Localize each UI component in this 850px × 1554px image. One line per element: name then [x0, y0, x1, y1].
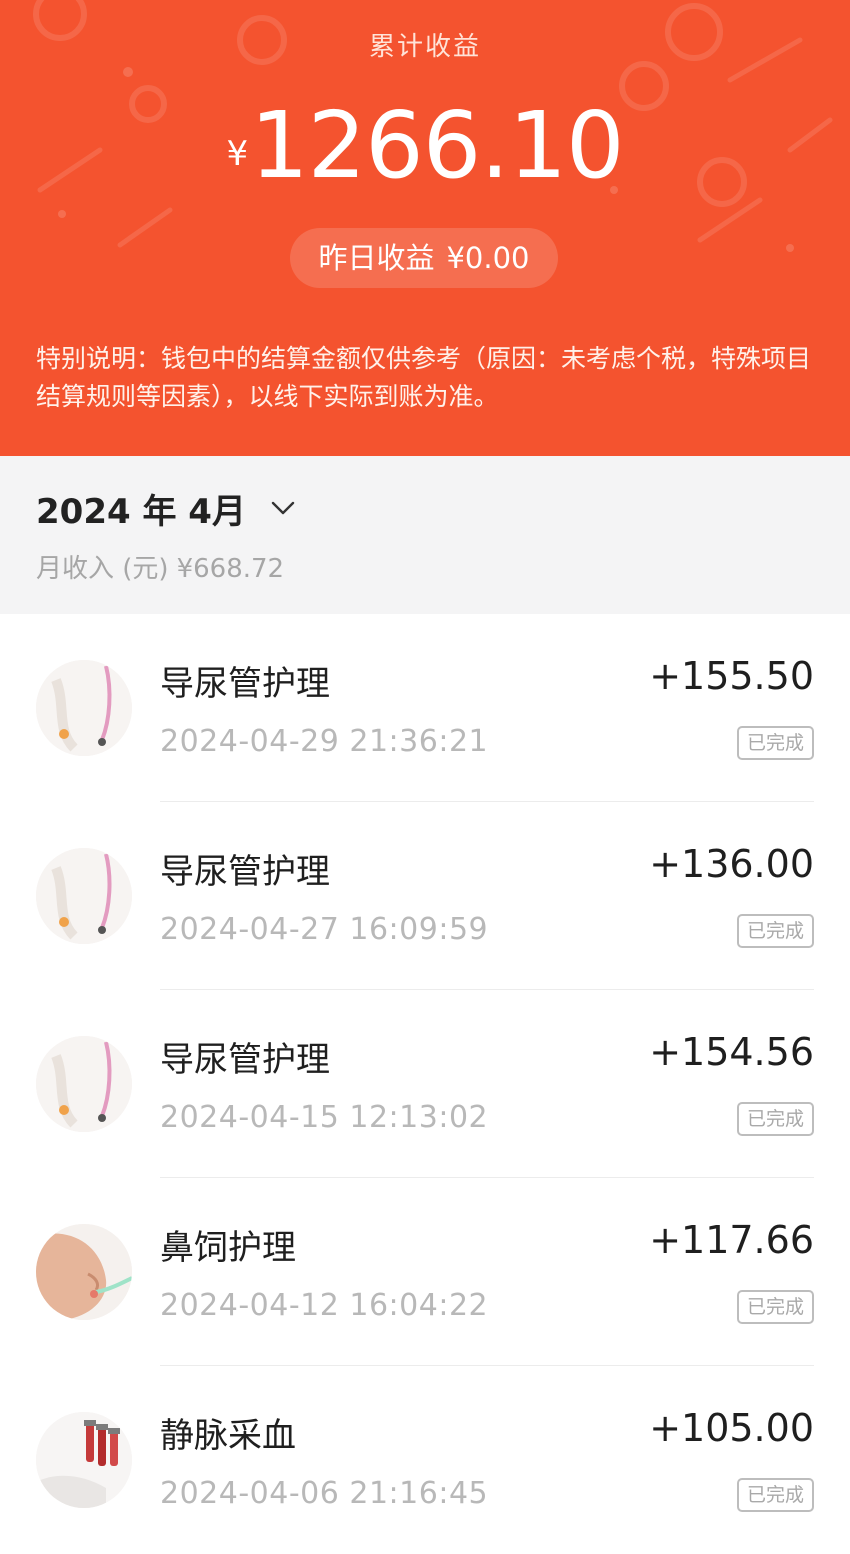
- catheter-icon: [36, 660, 132, 756]
- status-badge: 已完成: [736, 726, 814, 760]
- month-summary: 2024 年 4月 月收入 (元) ¥668.72: [0, 456, 850, 614]
- month-income: 月收入 (元) ¥668.72: [36, 548, 284, 585]
- currency-symbol: ¥: [226, 134, 249, 174]
- month-label: 2024 年 4月: [36, 491, 246, 532]
- total-earnings-value: 1266.10: [250, 92, 624, 199]
- transaction-row[interactable]: 导尿管护理 +154.56 2024-04-15 12:13:02 已完成: [0, 990, 850, 1178]
- transaction-datetime: 2024-04-06 21:16:45: [160, 1476, 489, 1511]
- transaction-amount: +105.00: [649, 1406, 814, 1450]
- blood-draw-icon: [36, 1412, 132, 1508]
- settlement-notice: 特别说明：钱包中的结算金额仅供参考（原因：未考虑个税，特殊项目结算规则等因素），…: [36, 344, 812, 411]
- transaction-title: 导尿管护理: [160, 852, 330, 892]
- transaction-row[interactable]: 导尿管护理 +136.00 2024-04-27 16:09:59 已完成: [0, 802, 850, 990]
- transaction-row[interactable]: 导尿管护理 +155.50 2024-04-29 21:36:21 已完成: [0, 614, 850, 802]
- transaction-title: 导尿管护理: [160, 664, 330, 704]
- month-selector[interactable]: 2024 年 4月: [36, 486, 296, 532]
- yesterday-earnings-label: 昨日收益: [318, 241, 435, 275]
- transaction-amount: +117.66: [649, 1218, 814, 1262]
- total-earnings-label: 累计收益: [368, 32, 481, 62]
- catheter-icon: [36, 1036, 132, 1132]
- transaction-datetime: 2024-04-12 16:04:22: [160, 1288, 489, 1323]
- catheter-icon: [36, 848, 132, 944]
- total-earnings-amount: ¥1266.10: [0, 92, 850, 199]
- transaction-row[interactable]: 鼻饲护理 +117.66 2024-04-12 16:04:22 已完成: [0, 1178, 850, 1366]
- yesterday-earnings-pill[interactable]: 昨日收益 ¥0.00: [290, 228, 558, 288]
- month-income-value: ¥668.72: [176, 554, 285, 584]
- transaction-title: 导尿管护理: [160, 1040, 330, 1080]
- status-badge: 已完成: [736, 1102, 814, 1136]
- earnings-header: 累计收益 ¥1266.10 昨日收益 ¥0.00 特别说明：钱包中的结算金额仅供参…: [0, 0, 850, 456]
- transaction-amount: +154.56: [649, 1030, 814, 1074]
- transaction-title: 静脉采血: [160, 1416, 296, 1456]
- status-badge: 已完成: [736, 1290, 814, 1324]
- status-badge: 已完成: [736, 1478, 814, 1512]
- transaction-amount: +155.50: [649, 654, 814, 698]
- transaction-title: 鼻饲护理: [160, 1228, 296, 1268]
- transaction-datetime: 2024-04-29 21:36:21: [160, 724, 489, 759]
- transaction-amount: +136.00: [649, 842, 814, 886]
- transaction-row[interactable]: 静脉采血 +105.00 2024-04-06 21:16:45 已完成: [0, 1366, 850, 1554]
- nasal-feeding-icon: [36, 1224, 132, 1320]
- chevron-down-icon: [271, 501, 295, 515]
- month-income-label: 月收入 (元): [36, 554, 169, 584]
- yesterday-earnings-value: ¥0.00: [446, 241, 530, 275]
- status-badge: 已完成: [736, 914, 814, 948]
- transaction-datetime: 2024-04-27 16:09:59: [160, 912, 489, 947]
- transaction-datetime: 2024-04-15 12:13:02: [160, 1100, 489, 1135]
